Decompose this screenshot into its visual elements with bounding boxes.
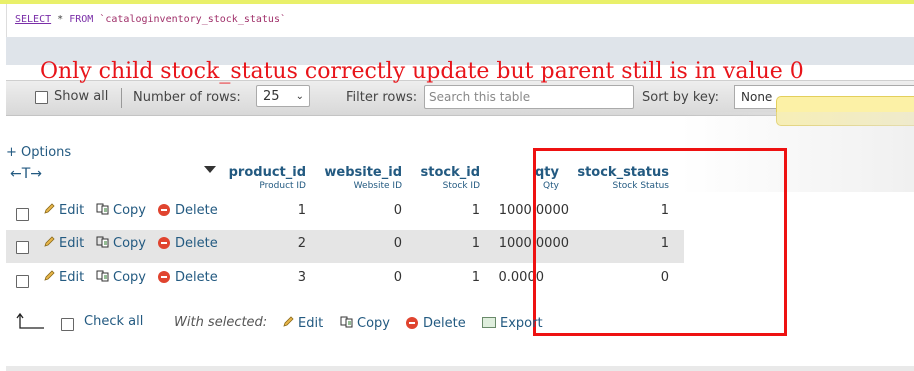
footer-strip	[6, 366, 914, 371]
cell-stock-id[interactable]: 1	[412, 270, 480, 285]
cell-product-id[interactable]: 3	[222, 270, 306, 285]
nav-separator	[121, 88, 122, 108]
copy-icon	[96, 203, 109, 215]
bulk-export-label: Export	[500, 316, 543, 331]
copy-link[interactable]: Copy	[96, 203, 146, 218]
filter-rows-input[interactable]: Search this table	[424, 85, 634, 109]
row-checkbox[interactable]	[16, 275, 29, 288]
edit-label: Edit	[59, 270, 85, 285]
delete-link[interactable]: Delete	[158, 270, 218, 285]
sql-from-keyword: FROM	[69, 14, 94, 25]
bulk-copy-label: Copy	[357, 316, 390, 331]
edit-label: Edit	[59, 236, 85, 251]
column-comment: Stock ID	[442, 181, 480, 191]
column-name[interactable]: stock_id	[412, 165, 481, 180]
column-name[interactable]: website_id	[316, 165, 402, 180]
sql-star: *	[57, 14, 64, 25]
filter-rows-label: Filter rows:	[346, 90, 418, 105]
bulk-edit-button[interactable]: Edit	[282, 316, 323, 331]
delete-icon	[158, 204, 170, 216]
row-checkbox[interactable]	[16, 241, 29, 254]
column-comment: Product ID	[259, 181, 306, 191]
arrow-left-up-icon	[16, 312, 44, 329]
pencil-icon	[44, 236, 55, 247]
cell-website-id[interactable]: 0	[316, 270, 402, 285]
cell-stock-id[interactable]: 1	[412, 203, 480, 218]
cell-website-id[interactable]: 0	[316, 203, 402, 218]
cell-website-id[interactable]: 0	[316, 236, 402, 251]
row-checkbox[interactable]	[16, 208, 29, 221]
sort-key-label: Sort by key:	[642, 90, 720, 105]
rows-per-page-value: 25	[263, 89, 280, 104]
check-all-checkbox[interactable]	[61, 318, 74, 331]
sql-select-keyword[interactable]: SELECT	[15, 14, 51, 25]
copy-link[interactable]: Copy	[96, 270, 146, 285]
copy-icon	[96, 236, 109, 248]
bulk-export-button[interactable]: Export	[482, 316, 543, 331]
options-link[interactable]: + Options	[6, 145, 71, 160]
column-name[interactable]: product_id	[222, 165, 306, 180]
column-header-stock-id[interactable]: stock_id Stock ID	[412, 165, 481, 191]
pencil-icon	[44, 270, 55, 281]
pencil-icon	[283, 316, 294, 327]
sort-dropdown-icon[interactable]	[204, 166, 216, 173]
highlight-box	[533, 148, 787, 336]
edit-link[interactable]: Edit	[43, 270, 84, 285]
delete-icon	[158, 271, 170, 283]
delete-label: Delete	[175, 203, 218, 218]
sql-query-box: SELECT * FROM `cataloginventory_stock_st…	[6, 4, 914, 37]
annotation-text: Only child stock_status correctly update…	[40, 59, 804, 84]
delete-link[interactable]: Delete	[158, 203, 218, 218]
edit-label: Edit	[59, 203, 85, 218]
chevron-down-icon: ⌄	[295, 91, 304, 102]
copy-link[interactable]: Copy	[96, 236, 146, 251]
delete-link[interactable]: Delete	[158, 236, 218, 251]
column-header-product-id[interactable]: product_id Product ID	[222, 165, 306, 191]
column-resize-arrows[interactable]: ←T→	[10, 166, 42, 182]
copy-label: Copy	[113, 203, 146, 218]
delete-label: Delete	[175, 236, 218, 251]
edit-link[interactable]: Edit	[43, 236, 84, 251]
rows-per-page-select[interactable]: 25 ⌄	[256, 85, 310, 107]
pencil-icon	[44, 203, 55, 214]
delete-icon	[406, 317, 418, 329]
cell-stock-id[interactable]: 1	[412, 236, 480, 251]
copy-icon	[340, 316, 353, 328]
cell-product-id[interactable]: 2	[222, 236, 306, 251]
copy-label: Copy	[113, 270, 146, 285]
sql-table-name: `cataloginventory_stock_status`	[99, 14, 286, 25]
show-all-checkbox[interactable]	[35, 91, 48, 104]
rows-label: Number of rows:	[133, 90, 241, 105]
export-icon	[482, 317, 496, 328]
with-selected-label: With selected:	[174, 315, 268, 330]
column-comment: Website ID	[353, 181, 402, 191]
delete-icon	[158, 237, 170, 249]
column-header-website-id[interactable]: website_id Website ID	[316, 165, 402, 191]
show-all-label[interactable]: Show all	[54, 89, 108, 104]
cell-product-id[interactable]: 1	[222, 203, 306, 218]
delete-label: Delete	[175, 270, 218, 285]
bulk-delete-label: Delete	[423, 316, 466, 331]
edit-link[interactable]: Edit	[43, 203, 84, 218]
check-all-label[interactable]: Check all	[84, 314, 143, 329]
bulk-copy-button[interactable]: Copy	[340, 316, 390, 331]
bulk-delete-button[interactable]: Delete	[406, 316, 466, 331]
sql-query: SELECT * FROM `cataloginventory_stock_st…	[15, 14, 286, 25]
copy-label: Copy	[113, 236, 146, 251]
bulk-edit-label: Edit	[298, 316, 324, 331]
copy-icon	[96, 270, 109, 282]
